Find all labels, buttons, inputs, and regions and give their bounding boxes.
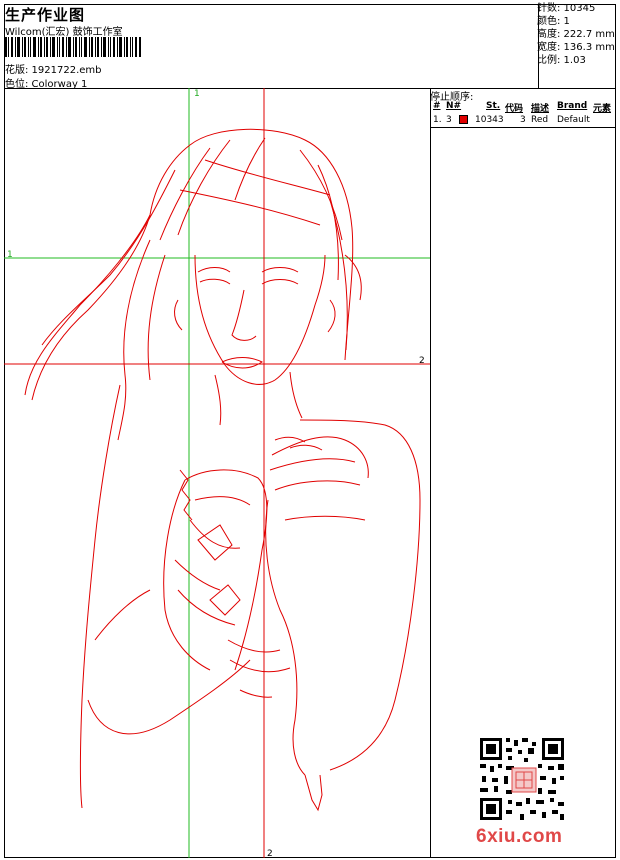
guide-label-right: 2 <box>419 356 425 366</box>
guide-label-top: 1 <box>194 89 200 99</box>
design-canvas: 1 1 2 2 <box>4 88 430 859</box>
watermark-logo: 6xiu.com <box>476 826 563 847</box>
guide-label-bottom: 2 <box>267 849 273 859</box>
embroidery-design <box>24 128 421 812</box>
qr-code-icon <box>480 738 564 820</box>
guide-label-left: 1 <box>7 250 13 260</box>
